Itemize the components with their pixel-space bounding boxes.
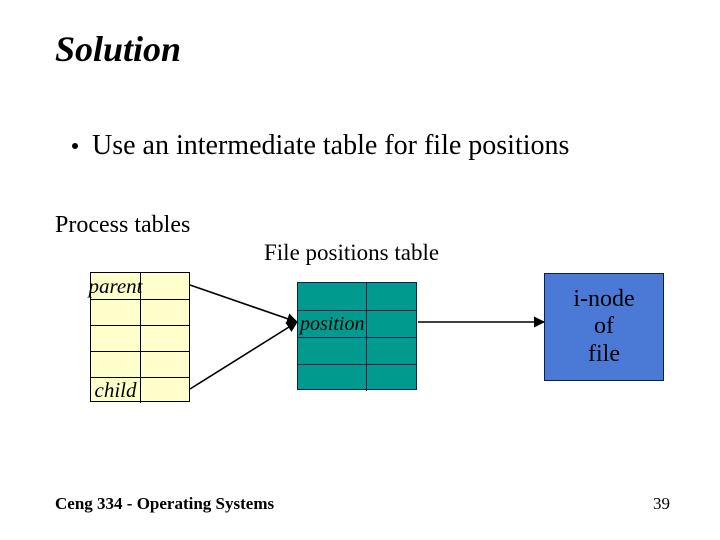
table-row: child [91, 377, 189, 403]
bullet-text: Use an intermediate table for file posit… [92, 130, 569, 161]
arrows-svg [0, 0, 720, 540]
table-row [298, 283, 416, 310]
process-tables-label: Process tables [55, 212, 190, 239]
file-positions-label: File positions table [264, 240, 439, 266]
inode-text: i-node of file [573, 286, 634, 369]
table-row [298, 337, 416, 364]
table-row: position [298, 310, 416, 337]
bullet-dot-icon [72, 143, 78, 149]
table-row: parent [91, 273, 189, 299]
cell-text: position [298, 311, 366, 337]
arrow-parent-to-position [190, 285, 297, 322]
cell-text: parent [91, 273, 140, 299]
cell-text [298, 338, 366, 364]
arrow-child-to-position [190, 322, 297, 389]
cell-text [91, 352, 140, 377]
inode-box: i-node of file [544, 273, 664, 381]
table-row [91, 351, 189, 377]
cell-text [298, 283, 366, 310]
cell-text: child [91, 378, 140, 403]
cell-text [298, 365, 366, 391]
cell-text [91, 326, 140, 351]
page-number: 39 [653, 494, 670, 514]
table-row [298, 364, 416, 391]
bullet-item: Use an intermediate table for file posit… [72, 130, 569, 162]
process-table: parent child [90, 272, 190, 402]
slide-title: Solution [55, 28, 181, 70]
file-positions-table: position [297, 282, 417, 390]
slide: Solution Use an intermediate table for f… [0, 0, 720, 540]
table-row [91, 325, 189, 351]
footer-text: Ceng 334 - Operating Systems [55, 494, 274, 514]
cell-text [91, 300, 140, 325]
table-row [91, 299, 189, 325]
